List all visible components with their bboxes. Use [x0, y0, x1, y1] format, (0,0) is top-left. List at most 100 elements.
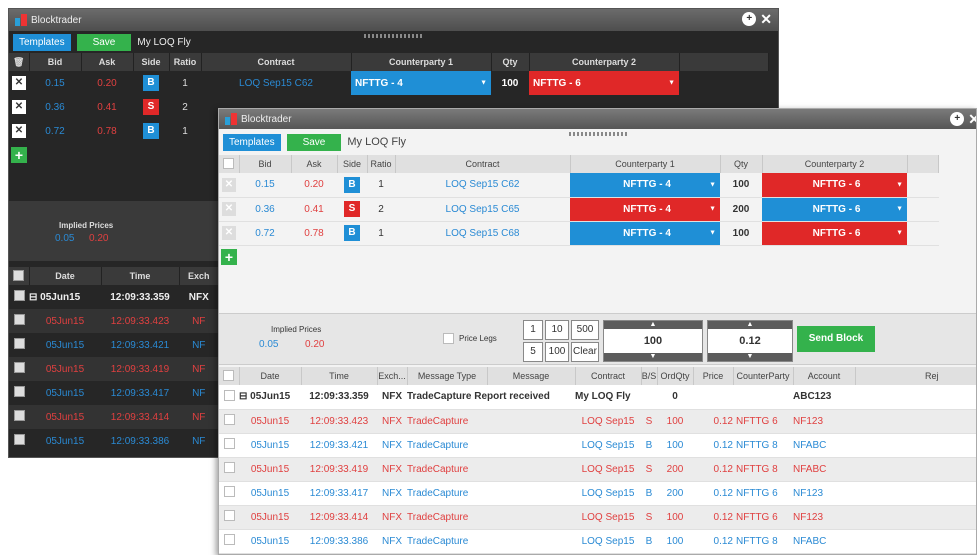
- remove-leg-icon[interactable]: ✕: [222, 202, 236, 216]
- ask[interactable]: 0.20: [81, 71, 133, 95]
- ask[interactable]: 0.20: [291, 173, 337, 198]
- dark-log-row[interactable]: 05Jun15 12:09:33.419 NF: [9, 357, 219, 381]
- bid[interactable]: 0.36: [29, 95, 81, 119]
- select-all-checkbox[interactable]: [13, 269, 25, 281]
- qty-500-button[interactable]: 500: [571, 320, 599, 340]
- counterparty-1-select[interactable]: NFTTG - 4 ▼: [351, 71, 491, 95]
- qty-5-button[interactable]: 5: [523, 342, 543, 362]
- row-checkbox[interactable]: [13, 314, 25, 325]
- row-checkbox[interactable]: [223, 486, 235, 497]
- qty-1-button[interactable]: 1: [523, 320, 543, 340]
- bid[interactable]: 0.72: [29, 119, 81, 143]
- row-checkbox[interactable]: [223, 438, 235, 449]
- side-button[interactable]: B: [143, 123, 159, 139]
- qty-10-button[interactable]: 10: [545, 320, 569, 340]
- ratio[interactable]: 1: [169, 119, 201, 143]
- select-all-log-checkbox[interactable]: [223, 369, 235, 381]
- ratio[interactable]: 1: [367, 221, 395, 246]
- log-row[interactable]: 05Jun15 12:09:33.414 NFX TradeCapture LOQ Se…: [219, 505, 976, 530]
- dark-log-group-row[interactable]: ⊟ 05Jun15 12:09:33.359 NFX: [9, 285, 219, 309]
- decrement-icon[interactable]: ▼: [604, 353, 702, 361]
- ratio[interactable]: 2: [367, 197, 395, 222]
- side-button[interactable]: S: [344, 201, 360, 217]
- drag-handle[interactable]: [364, 34, 424, 38]
- save-button[interactable]: Save: [286, 133, 342, 151]
- log-row[interactable]: 05Jun15 12:09:33.421 NFX TradeCapture LOQ Se…: [219, 433, 976, 458]
- side-button[interactable]: S: [143, 99, 159, 115]
- log-row[interactable]: 05Jun15 12:09:33.419 NFX TradeCapture LOQ Se…: [219, 457, 976, 482]
- collapse-icon[interactable]: ⊟: [239, 391, 247, 402]
- dark-log-row[interactable]: 05Jun15 12:09:33.414 NF: [9, 405, 219, 429]
- log-row[interactable]: 05Jun15 12:09:33.423 NFX TradeCapture LOQ Se…: [219, 409, 976, 434]
- ask[interactable]: 0.41: [291, 197, 337, 222]
- bid[interactable]: 0.72: [239, 221, 291, 246]
- add-leg-icon[interactable]: +: [11, 147, 27, 163]
- counterparty-1-select[interactable]: NFTTG - 4 ▼: [570, 197, 720, 222]
- ratio[interactable]: 1: [169, 71, 201, 95]
- ratio[interactable]: 2: [169, 95, 201, 119]
- price-value[interactable]: 0.12: [708, 329, 792, 353]
- quantity-stepper[interactable]: ▲ 100 ▼: [603, 320, 703, 362]
- side-button[interactable]: B: [344, 225, 360, 241]
- ratio[interactable]: 1: [367, 173, 395, 198]
- remove-leg-icon[interactable]: ✕: [222, 226, 236, 240]
- row-checkbox[interactable]: [13, 362, 25, 373]
- row-checkbox[interactable]: [13, 338, 25, 349]
- row-checkbox[interactable]: [223, 414, 235, 425]
- bid[interactable]: 0.36: [239, 197, 291, 222]
- collapse-icon[interactable]: ⊟: [29, 292, 37, 303]
- select-all-legs-checkbox[interactable]: [223, 157, 235, 169]
- qty[interactable]: 100: [720, 221, 762, 246]
- row-checkbox[interactable]: [223, 510, 235, 521]
- increment-icon[interactable]: ▲: [604, 321, 702, 329]
- contract[interactable]: LOQ Sep15 C68: [395, 221, 570, 246]
- qty[interactable]: 200: [720, 197, 762, 222]
- remove-leg-icon[interactable]: ✕: [12, 76, 26, 90]
- dark-log-row[interactable]: 05Jun15 12:09:33.417 NF: [9, 381, 219, 405]
- dark-log-row[interactable]: 05Jun15 12:09:33.423 NF: [9, 309, 219, 333]
- row-checkbox[interactable]: [13, 434, 25, 445]
- row-checkbox[interactable]: [223, 462, 235, 473]
- add-leg-icon[interactable]: +: [221, 249, 237, 266]
- trash-icon[interactable]: 🗑: [13, 57, 24, 67]
- remove-leg-icon[interactable]: ✕: [222, 177, 236, 192]
- contract[interactable]: LOQ Sep15 C62: [395, 173, 570, 198]
- ask[interactable]: 0.78: [81, 119, 133, 143]
- ask[interactable]: 0.41: [81, 95, 133, 119]
- log-group-row[interactable]: ⊟ 05Jun15 12:09:33.359 NFX TradeCapture …: [219, 385, 976, 410]
- quantity-value[interactable]: 100: [604, 329, 702, 353]
- log-row[interactable]: 05Jun15 12:09:33.417 NFX TradeCapture LOQ Se…: [219, 481, 976, 506]
- row-checkbox[interactable]: [13, 290, 25, 301]
- contract[interactable]: LOQ Sep15 C62: [201, 71, 351, 95]
- price-legs-checkbox[interactable]: [443, 333, 454, 344]
- drag-handle[interactable]: [569, 132, 629, 136]
- counterparty-1-select[interactable]: NFTTG - 4 ▼: [570, 173, 720, 198]
- remove-leg-icon[interactable]: ✕: [12, 124, 26, 138]
- counterparty-2-select[interactable]: NFTTG - 6 ▼: [762, 173, 907, 198]
- clear-button[interactable]: Clear: [571, 342, 599, 362]
- counterparty-2-select[interactable]: NFTTG - 6 ▼: [529, 71, 679, 95]
- light-title-bar[interactable]: Blocktrader + ✕: [219, 109, 976, 129]
- close-icon[interactable]: ✕: [968, 112, 976, 126]
- qty-100-button[interactable]: 100: [545, 342, 569, 362]
- templates-button[interactable]: Templates: [13, 33, 71, 51]
- counterparty-1-select[interactable]: NFTTG - 4 ▼: [570, 221, 720, 246]
- dark-log-row[interactable]: 05Jun15 12:09:33.421 NF: [9, 333, 219, 357]
- bid[interactable]: 0.15: [239, 173, 291, 198]
- row-checkbox[interactable]: [13, 410, 25, 421]
- add-window-icon[interactable]: +: [950, 112, 965, 126]
- dark-title-bar[interactable]: Blocktrader + ✕: [9, 9, 778, 31]
- add-window-icon[interactable]: +: [742, 12, 757, 26]
- row-checkbox[interactable]: [223, 389, 235, 401]
- side-button[interactable]: B: [344, 176, 360, 193]
- save-button[interactable]: Save: [76, 33, 132, 51]
- qty[interactable]: 100: [491, 71, 529, 95]
- counterparty-2-select[interactable]: NFTTG - 6 ▼: [762, 197, 907, 222]
- row-checkbox[interactable]: [223, 534, 235, 545]
- decrement-icon[interactable]: ▼: [708, 353, 792, 361]
- remove-leg-icon[interactable]: ✕: [12, 100, 26, 114]
- dark-log-row[interactable]: 05Jun15 12:09:33.386 NF: [9, 429, 219, 453]
- row-checkbox[interactable]: [13, 386, 25, 397]
- send-block-button[interactable]: Send Block: [797, 326, 875, 352]
- price-stepper[interactable]: ▲ 0.12 ▼: [707, 320, 793, 362]
